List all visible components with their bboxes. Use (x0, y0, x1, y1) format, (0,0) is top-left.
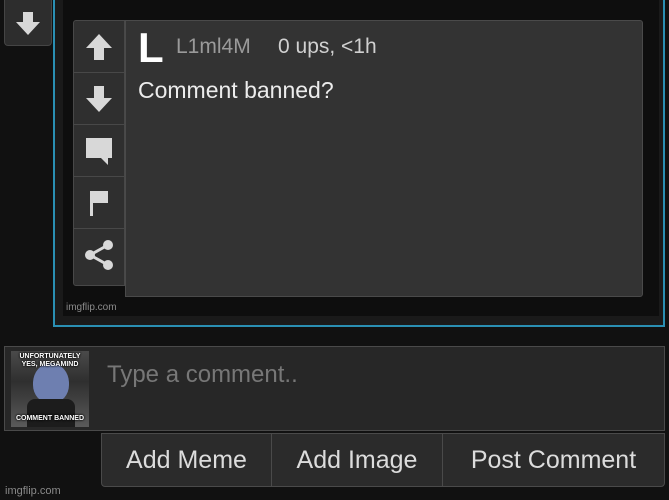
embedded-comment-image: L L1ml4M 0 ups, <1h Comment banned? imgf… (53, 0, 665, 327)
flag-icon (90, 190, 108, 216)
comment-action-bar (73, 20, 125, 286)
flag-button[interactable] (74, 177, 124, 229)
upvote-arrow-icon (86, 33, 112, 60)
thumbnail-character (33, 363, 69, 403)
comment-text: Comment banned? (138, 77, 334, 103)
upvote-button[interactable] (74, 21, 124, 73)
embedded-image-inner: L L1ml4M 0 ups, <1h Comment banned? imgf… (63, 0, 659, 316)
share-button[interactable] (74, 229, 124, 281)
comment-card: L L1ml4M 0 ups, <1h Comment banned? (73, 20, 643, 297)
user-avatar[interactable]: L (138, 27, 164, 69)
page-watermark: imgflip.com (5, 485, 61, 497)
thumbnail-top-text: UNFORTUNATELY YES, MEGAMIND (19, 353, 81, 368)
reply-button[interactable] (74, 125, 124, 177)
comment-meta: 0 ups, <1h (278, 35, 377, 58)
downvote-arrow-icon (86, 85, 112, 112)
speech-bubble-icon (86, 137, 112, 165)
comment-body: L L1ml4M 0 ups, <1h Comment banned? (125, 20, 643, 297)
add-image-button[interactable]: Add Image (271, 433, 443, 487)
frame-watermark: imgflip.com (66, 302, 117, 313)
downvote-arrow-icon (16, 11, 40, 35)
thumbnail-bottom-text: COMMENT BANNED (15, 415, 85, 422)
post-comment-button[interactable]: Post Comment (442, 433, 665, 487)
downvote-button[interactable] (74, 73, 124, 125)
meme-thumbnail[interactable]: UNFORTUNATELY YES, MEGAMIND COMMENT BANN… (11, 351, 89, 427)
comment-username[interactable]: L1ml4M (176, 35, 251, 59)
add-meme-button[interactable]: Add Meme (101, 433, 272, 487)
comment-input[interactable]: UNFORTUNATELY YES, MEGAMIND COMMENT BANN… (4, 346, 665, 431)
downvote-button-top[interactable] (4, 0, 52, 46)
comment-placeholder: Type a comment.. (107, 361, 298, 388)
share-icon (85, 240, 113, 270)
